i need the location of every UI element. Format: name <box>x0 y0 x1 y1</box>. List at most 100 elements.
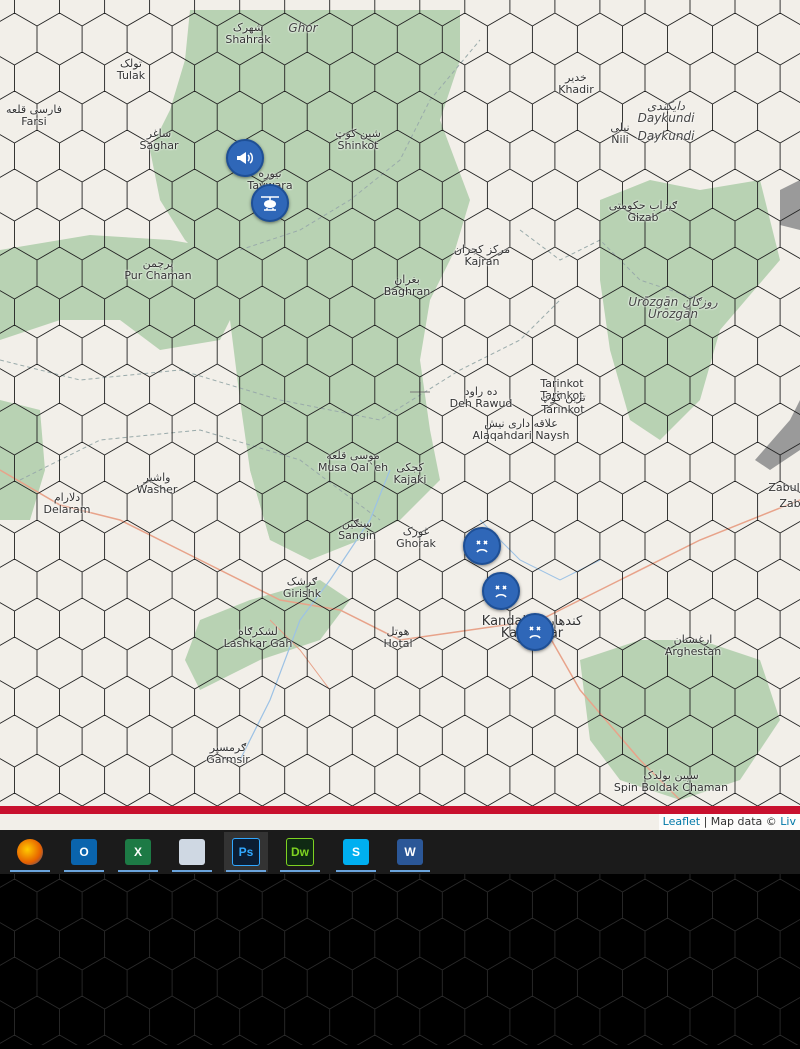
hex-cells <box>0 800 800 1049</box>
photoshop-icon: Ps <box>232 838 260 866</box>
place-label: دایکندی Daykundi <box>638 100 695 124</box>
running-indicator <box>64 870 104 872</box>
map-marker[interactable] <box>463 527 501 565</box>
running-indicator <box>10 870 50 872</box>
place-label-name: Ghor <box>288 21 318 35</box>
place-label-name: Washer <box>136 483 178 496</box>
place-label: مرکز کجران Kajran <box>454 244 510 268</box>
place-label: Zabul <box>768 482 799 494</box>
dead-face-icon <box>476 540 488 553</box>
place-label: کجکی Kajaki <box>394 462 427 486</box>
place-label: ګیزاب حکومتی Gizab <box>609 200 677 224</box>
running-indicator <box>226 870 266 872</box>
taskbar-app-remote-desktop[interactable] <box>170 832 214 872</box>
leaflet-link[interactable]: Leaflet <box>663 815 700 828</box>
place-label: Zab <box>779 498 800 510</box>
attribution-link[interactable]: Liv <box>780 815 796 828</box>
place-label-name: Pur Chaman <box>124 269 192 282</box>
empty-area <box>0 800 800 1049</box>
place-label-name: Tulak <box>116 69 146 82</box>
place-label: بغران Baghran <box>384 274 430 298</box>
running-indicator <box>336 870 376 872</box>
place-label-name: Shahrak <box>225 33 271 46</box>
place-label: علاقه داری نیش Alaqahdari Naysh <box>473 418 570 442</box>
place-label-name: Saghar <box>139 139 179 152</box>
boundary-line <box>0 806 800 814</box>
place-label-name: Daykundi <box>637 129 695 143</box>
taskbar-app-excel[interactable]: X <box>116 832 160 872</box>
place-label: ارغستان Arghestan <box>665 634 721 658</box>
place-label-name: Daykundi <box>637 111 695 125</box>
place-label: ده راود Deh Rawud <box>450 386 513 410</box>
place-label-name: Deh Rawud <box>449 397 513 410</box>
place-label-name: Tarinkot <box>541 403 585 416</box>
place-label: Ghor <box>288 22 317 34</box>
place-label-name: Baghran <box>383 285 431 298</box>
place-label: شین کوټ Shinkot <box>335 128 381 152</box>
place-label-name: Arghestan <box>664 645 722 658</box>
map-attribution: Leaflet | Map data © Liv <box>658 814 800 830</box>
skype-icon: S <box>343 839 369 865</box>
place-label: Urōzgān روزګان Urōzgān <box>628 296 717 320</box>
place-label: تولک Tulak <box>117 58 145 82</box>
dead-face-icon <box>529 626 541 639</box>
place-label: واشیر Washer <box>137 472 178 496</box>
place-label: ترین کوټ Tarinkot <box>540 392 585 416</box>
dead-face-icon <box>495 585 507 598</box>
running-indicator <box>390 870 430 872</box>
place-label: ګرمسیر Garmsir <box>206 742 250 766</box>
place-label: ساغر Saghar <box>140 128 179 152</box>
map-view[interactable]: شهرک Shahrak Ghor تولک Tulak فارسی قلعه Farsi س… <box>0 0 800 830</box>
place-label-name: Ghorak <box>396 537 436 550</box>
place-label: لشکرګاه Lashkar Gah <box>224 626 293 650</box>
running-indicator <box>172 870 212 872</box>
firefox-icon <box>17 839 43 865</box>
map-marker[interactable] <box>482 572 520 610</box>
taskbar-app-firefox[interactable] <box>8 832 52 872</box>
attribution-separator: | Map data © <box>700 815 781 828</box>
place-label: فارسی قلعه Farsi <box>6 104 62 128</box>
place-label-name: Gizab <box>627 211 659 224</box>
taskbar: O X Ps Dw S W <box>0 830 800 874</box>
taskbar-app-dreamweaver[interactable]: Dw <box>278 832 322 872</box>
place-label-name: Spin Boldak Chaman <box>613 781 729 794</box>
place-label: خدیر Khadir <box>558 72 594 96</box>
outlook-icon: O <box>71 839 97 865</box>
place-label-name: Sangin <box>338 529 376 542</box>
map-marker[interactable] <box>516 613 554 651</box>
place-label: موسی قلعه Musa Qal`eh <box>318 450 388 474</box>
place-label-name: Girishk <box>282 587 322 600</box>
place-label: سنګین Sangin <box>338 518 376 542</box>
taskbar-app-skype[interactable]: S <box>334 832 378 872</box>
place-label-name: Kajran <box>464 255 500 268</box>
place-label: دلارام Delaram <box>43 492 90 516</box>
helicopter-icon <box>261 196 279 211</box>
place-label-name: Urōzgān <box>648 307 698 321</box>
word-icon: W <box>397 839 423 865</box>
running-indicator <box>118 870 158 872</box>
place-label: سپین بولدک Spin Boldak Chaman <box>614 770 728 794</box>
place-label-name: Lashkar Gah <box>223 637 293 650</box>
place-label-name: Hotal <box>383 637 413 650</box>
place-label: پرچمن Pur Chaman <box>124 258 191 282</box>
map-marker[interactable] <box>251 184 289 222</box>
place-label-name: Garmsir <box>206 753 250 766</box>
map-marker[interactable] <box>226 139 264 177</box>
place-label: ګرشک Girishk <box>283 576 321 600</box>
megaphone-icon <box>237 152 253 164</box>
place-label-name: Musa Qal`eh <box>317 461 389 474</box>
place-label: شهرک Shahrak <box>225 22 270 46</box>
place-label-name: Alaqahdari Naysh <box>472 429 570 442</box>
taskbar-app-word[interactable]: W <box>388 832 432 872</box>
dreamweaver-icon: Dw <box>286 838 314 866</box>
place-label-name: Shinkot <box>337 139 379 152</box>
place-label-name: Zab <box>779 497 800 510</box>
place-label: هوتل Hotal <box>383 626 412 650</box>
taskbar-app-photoshop[interactable]: Ps <box>224 832 268 872</box>
place-label-name: Zabul <box>768 481 800 494</box>
place-label-name: Farsi <box>21 115 47 128</box>
taskbar-app-outlook[interactable]: O <box>62 832 106 872</box>
place-label: نیلی Nili <box>610 122 629 146</box>
remote-desktop-icon <box>179 839 205 865</box>
place-label-name: Nili <box>611 133 629 146</box>
